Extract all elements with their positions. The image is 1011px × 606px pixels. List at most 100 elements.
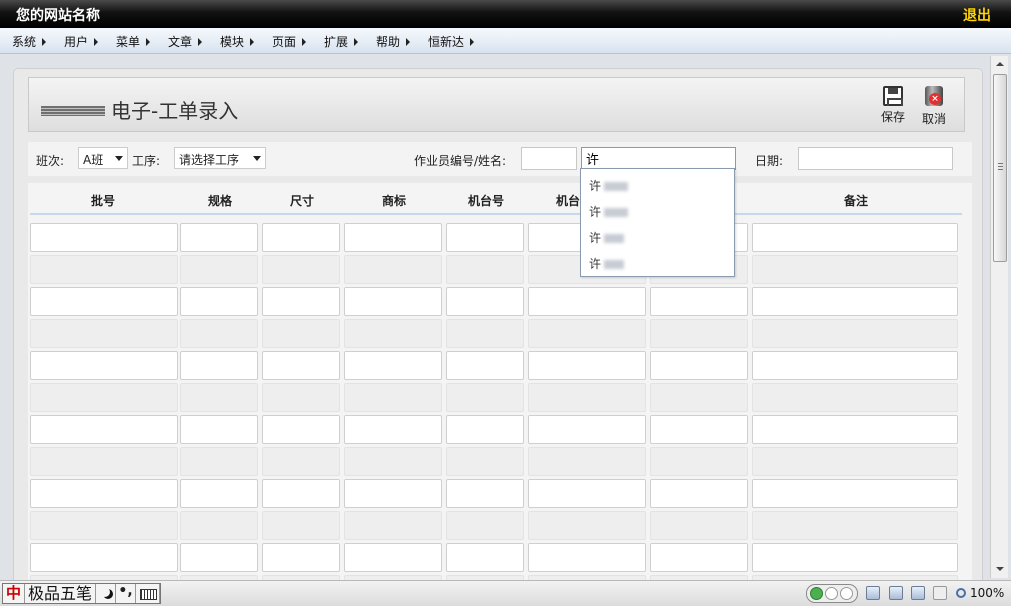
table-cell-spacer bbox=[180, 255, 258, 284]
autocomplete-option[interactable]: 许 bbox=[589, 255, 625, 272]
table-cell-input[interactable] bbox=[650, 479, 748, 508]
menu-item-system[interactable]: 系统 bbox=[12, 33, 47, 50]
table-cell-input[interactable] bbox=[446, 287, 524, 316]
table-cell-input[interactable] bbox=[528, 415, 646, 444]
table-cell-input[interactable] bbox=[180, 351, 258, 380]
table-cell-spacer bbox=[528, 511, 646, 540]
autocomplete-option[interactable]: 许 bbox=[589, 229, 625, 246]
menu-item-help[interactable]: 帮助 bbox=[376, 33, 411, 50]
table-cell-input[interactable] bbox=[30, 543, 178, 572]
table-cell-input[interactable] bbox=[344, 351, 442, 380]
menu-item-modules[interactable]: 模块 bbox=[220, 33, 255, 50]
ime-toolbar[interactable]: 中 极品五笔 •, bbox=[2, 583, 162, 604]
save-button[interactable]: 保存 bbox=[877, 84, 909, 125]
ime-logo[interactable]: 中 bbox=[3, 584, 25, 603]
process-select[interactable]: 请选择工序 bbox=[174, 147, 266, 169]
keyboard-icon[interactable] bbox=[136, 584, 161, 603]
network-icon[interactable] bbox=[866, 586, 880, 600]
table-cell-input[interactable] bbox=[262, 479, 340, 508]
zoom-level[interactable]: 100% bbox=[956, 586, 1004, 600]
scrollbar-thumb[interactable] bbox=[993, 74, 1007, 262]
table-cell-spacer bbox=[446, 383, 524, 412]
table-cell-input[interactable] bbox=[528, 287, 646, 316]
table-cell-input[interactable] bbox=[262, 223, 340, 252]
table-cell-input[interactable] bbox=[262, 287, 340, 316]
table-cell-input[interactable] bbox=[650, 543, 748, 572]
table-cell-input[interactable] bbox=[180, 543, 258, 572]
window-icon[interactable] bbox=[911, 586, 925, 600]
table-cell-input[interactable] bbox=[528, 543, 646, 572]
status-dot-icon bbox=[840, 587, 853, 600]
date-input[interactable] bbox=[798, 147, 953, 170]
table-cell-input[interactable] bbox=[752, 543, 958, 572]
table-cell-input[interactable] bbox=[446, 543, 524, 572]
chevron-right-icon bbox=[250, 38, 255, 46]
logout-link[interactable]: 退出 bbox=[963, 5, 991, 25]
vertical-scrollbar[interactable] bbox=[990, 56, 1008, 578]
table-cell-input[interactable] bbox=[180, 287, 258, 316]
table-cell-input[interactable] bbox=[30, 479, 178, 508]
menu-item-extensions[interactable]: 扩展 bbox=[324, 33, 359, 50]
table-cell-input[interactable] bbox=[446, 479, 524, 508]
menu-item-users[interactable]: 用户 bbox=[64, 33, 99, 50]
status-toggle[interactable] bbox=[806, 584, 858, 603]
table-cell-input[interactable] bbox=[446, 351, 524, 380]
menu-item-label: 恒新达 bbox=[428, 35, 465, 49]
worker-name-input[interactable] bbox=[581, 147, 736, 170]
table-cell-input[interactable] bbox=[30, 351, 178, 380]
chevron-right-icon bbox=[94, 38, 99, 46]
table-cell-spacer bbox=[262, 255, 340, 284]
worker-id-input[interactable] bbox=[521, 147, 577, 170]
chevron-down-icon bbox=[115, 156, 123, 161]
scroll-up-button[interactable] bbox=[991, 56, 1008, 73]
table-cell-input[interactable] bbox=[752, 223, 958, 252]
table-cell-input[interactable] bbox=[344, 223, 442, 252]
table-cell-input[interactable] bbox=[180, 415, 258, 444]
status-dot-icon bbox=[810, 587, 823, 600]
table-cell-input[interactable] bbox=[446, 223, 524, 252]
table-cell-input[interactable] bbox=[650, 351, 748, 380]
table-cell-input[interactable] bbox=[344, 415, 442, 444]
menu-item-menus[interactable]: 菜单 bbox=[116, 33, 151, 50]
table-cell-input[interactable] bbox=[344, 287, 442, 316]
table-cell-input[interactable] bbox=[752, 479, 958, 508]
table-cell-spacer bbox=[650, 383, 748, 412]
scroll-down-button[interactable] bbox=[991, 561, 1008, 578]
status-bar: 中 极品五笔 •, 100% bbox=[0, 580, 1011, 606]
menu-item-label: 帮助 bbox=[376, 35, 401, 49]
cancel-button[interactable]: × 取消 bbox=[918, 84, 950, 127]
table-cell-input[interactable] bbox=[262, 543, 340, 572]
table-cell-input[interactable] bbox=[344, 543, 442, 572]
table-cell-input[interactable] bbox=[262, 351, 340, 380]
chevron-right-icon bbox=[302, 38, 307, 46]
table-cell-input[interactable] bbox=[344, 479, 442, 508]
half-width-moon-icon[interactable] bbox=[96, 584, 117, 603]
table-cell-spacer bbox=[30, 319, 178, 348]
table-cell-input[interactable] bbox=[752, 415, 958, 444]
table-cell-input[interactable] bbox=[650, 415, 748, 444]
table-cell-spacer bbox=[752, 255, 958, 284]
table-cell-input[interactable] bbox=[30, 287, 178, 316]
table-cell-input[interactable] bbox=[752, 351, 958, 380]
table-cell-input[interactable] bbox=[30, 223, 178, 252]
table-cell-input[interactable] bbox=[752, 287, 958, 316]
autocomplete-option[interactable]: 许 bbox=[589, 177, 629, 194]
autocomplete-option[interactable]: 许 bbox=[589, 203, 629, 220]
table-cell-spacer bbox=[446, 319, 524, 348]
table-cell-input[interactable] bbox=[180, 479, 258, 508]
table-cell-input[interactable] bbox=[650, 287, 748, 316]
punctuation-toggle[interactable]: •, bbox=[116, 584, 137, 603]
speaker-icon[interactable] bbox=[933, 586, 947, 600]
table-cell-input[interactable] bbox=[528, 479, 646, 508]
menu-item-pages[interactable]: 页面 bbox=[272, 33, 307, 50]
table-cell-input[interactable] bbox=[528, 351, 646, 380]
menu-item-hengxinda[interactable]: 恒新达 bbox=[428, 33, 475, 50]
ime-name[interactable]: 极品五笔 bbox=[25, 584, 97, 603]
shift-select[interactable]: A班 bbox=[78, 147, 128, 169]
table-cell-input[interactable] bbox=[262, 415, 340, 444]
table-cell-input[interactable] bbox=[30, 415, 178, 444]
table-cell-input[interactable] bbox=[180, 223, 258, 252]
table-cell-input[interactable] bbox=[446, 415, 524, 444]
menu-item-articles[interactable]: 文章 bbox=[168, 33, 203, 50]
document-icon[interactable] bbox=[889, 586, 903, 600]
